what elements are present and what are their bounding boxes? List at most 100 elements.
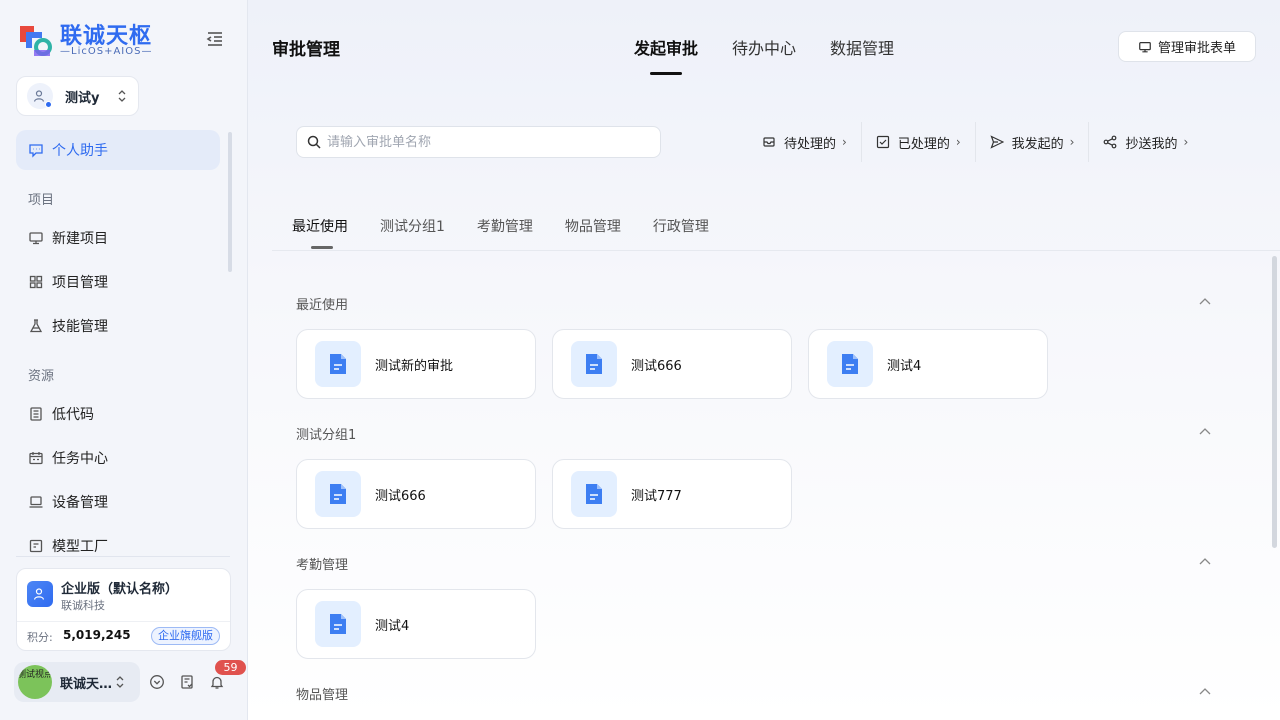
tab-attendance[interactable]: 考勤管理 — [477, 216, 533, 236]
workspace-switcher[interactable]: 测试y — [16, 76, 139, 116]
document-icon[interactable] — [179, 674, 195, 690]
approval-name: 测试4 — [375, 618, 410, 634]
inbox-icon — [763, 137, 775, 147]
sidebar-item-skill-manage[interactable]: 技能管理 — [16, 304, 224, 348]
monitor-icon — [29, 232, 43, 245]
file-icon — [315, 341, 361, 387]
group-title: 测试分组1 — [296, 428, 357, 443]
approval-content: 最近使用 测试新的审批 测试666 测试4 测试分组1 测试666 测试777 … — [248, 251, 1280, 720]
brand-logo[interactable]: 联诚天枢 —LicOS+AIOS— — [16, 18, 176, 60]
plan-card[interactable]: 企业版（默认名称） 联诚科技 积分: 5,019,245 企业旗舰版 — [16, 568, 231, 651]
sidebar-divider — [16, 556, 230, 557]
approval-card[interactable]: 测试新的审批 — [296, 329, 536, 399]
sidebar-item-label: 新建项目 — [52, 231, 108, 247]
section-project: 项目 — [28, 192, 55, 208]
collapse-sidebar-icon[interactable] — [204, 28, 226, 50]
notification-badge: 59 — [215, 660, 246, 675]
brand-subtitle: —LicOS+AIOS— — [60, 46, 153, 57]
chevron-up-icon[interactable] — [1198, 295, 1212, 309]
filter-label: 抄送我的 — [1125, 136, 1178, 152]
manage-forms-button[interactable]: 管理审批表单 — [1118, 31, 1256, 62]
chat-icon — [29, 144, 43, 158]
filter-label: 已处理的 — [897, 136, 950, 152]
approval-card[interactable]: 测试4 — [808, 329, 1048, 399]
account-name: 联诚天… — [60, 676, 113, 692]
sidebar-scrollbar[interactable] — [228, 132, 232, 272]
sidebar-item-label: 技能管理 — [52, 319, 108, 335]
account-avatar: 测试视点 — [18, 665, 52, 699]
sidebar: 联诚天枢 —LicOS+AIOS— 测试y 个人助手 项目 新建项目 项目管理 … — [0, 0, 248, 720]
tab-admin[interactable]: 行政管理 — [653, 216, 709, 236]
sidebar-item-label: 低代码 — [52, 407, 94, 423]
calendar-icon — [29, 452, 43, 465]
chevron-circle-icon[interactable] — [149, 674, 165, 690]
filter-pending[interactable]: 待处理的 › — [748, 122, 861, 162]
bell-icon[interactable] — [209, 674, 225, 690]
approval-name: 测试4 — [887, 358, 922, 374]
sidebar-nav: 个人助手 项目 新建项目 项目管理 技能管理 资源 低代码 任务中心 设备管理 — [16, 128, 224, 553]
updown-chevron-icon — [116, 676, 124, 688]
sidebar-item-low-code[interactable]: 低代码 — [16, 392, 224, 436]
sidebar-item-label: 模型工厂 — [52, 539, 108, 553]
sidebar-item-device-manage[interactable]: 设备管理 — [16, 480, 224, 524]
filter-cc[interactable]: 抄送我的 › — [1088, 122, 1202, 162]
category-tabs: 最近使用 测试分组1 考勤管理 物品管理 行政管理 — [292, 216, 741, 249]
file-icon — [827, 341, 873, 387]
checkbox-icon — [876, 135, 889, 149]
group-title: 物品管理 — [296, 688, 349, 703]
share-icon — [1104, 135, 1117, 149]
approval-card[interactable]: 测试4 — [296, 589, 536, 659]
approval-card[interactable]: 测试777 — [552, 459, 792, 529]
file-icon — [315, 601, 361, 647]
sidebar-item-label: 设备管理 — [52, 495, 108, 511]
chevron-up-icon[interactable] — [1198, 685, 1212, 699]
tab-recent[interactable]: 最近使用 — [292, 216, 348, 249]
filter-initiated[interactable]: 我发起的 › — [974, 122, 1089, 162]
search-box[interactable] — [296, 126, 661, 158]
user-icon — [33, 90, 45, 102]
sidebar-item-project-manage[interactable]: 项目管理 — [16, 260, 224, 304]
workspace-name: 测试y — [65, 90, 100, 106]
plan-org: 联诚科技 — [61, 599, 105, 612]
filter-processed[interactable]: 已处理的 › — [860, 122, 975, 162]
tab-start-approval[interactable]: 发起审批 — [634, 35, 698, 75]
chevron-up-icon[interactable] — [1198, 555, 1212, 569]
content-scrollbar[interactable] — [1272, 256, 1277, 548]
plan-title: 企业版（默认名称） — [61, 582, 179, 597]
send-icon — [990, 135, 1004, 149]
sidebar-item-new-project[interactable]: 新建项目 — [16, 216, 224, 260]
plan-badge: 企业旗舰版 — [151, 627, 220, 645]
file-icon — [571, 471, 617, 517]
main-area: 审批管理 发起审批 待办中心 数据管理 管理审批表单 待处理的› 已处理的› 我… — [248, 0, 1280, 720]
account-switcher[interactable]: 测试视点 联诚天… — [14, 662, 140, 702]
filter-label: 待处理的 — [784, 136, 837, 152]
monitor-icon — [1139, 41, 1151, 52]
sidebar-item-assistant[interactable]: 个人助手 — [16, 130, 220, 170]
sidebar-item-task-center[interactable]: 任务中心 — [16, 436, 224, 480]
points-label: 积分: — [27, 631, 53, 644]
laptop-icon — [29, 496, 43, 508]
page-title: 审批管理 — [272, 40, 340, 60]
approval-name: 测试666 — [631, 358, 682, 374]
cube-icon — [29, 539, 43, 553]
approval-name: 测试777 — [631, 488, 682, 504]
tab-goods[interactable]: 物品管理 — [565, 216, 621, 236]
sidebar-item-label: 任务中心 — [52, 451, 108, 467]
chevron-up-icon[interactable] — [1198, 425, 1212, 439]
approval-card[interactable]: 测试666 — [296, 459, 536, 529]
file-icon — [315, 471, 361, 517]
approval-filters: 待处理的 › 已处理的 › 我发起的 › 抄送我的 › — [748, 122, 1202, 162]
user-avatar — [27, 83, 53, 109]
search-input[interactable] — [327, 134, 647, 150]
updown-chevron-icon — [118, 90, 126, 102]
points-value: 5,019,245 — [63, 628, 131, 642]
tab-data-manage[interactable]: 数据管理 — [830, 35, 894, 59]
section-resource: 资源 — [28, 368, 55, 384]
document-list-icon — [30, 407, 42, 421]
grid-icon — [29, 275, 43, 289]
tab-todo-center[interactable]: 待办中心 — [732, 35, 796, 59]
approval-name: 测试666 — [375, 488, 426, 504]
tab-test-group1[interactable]: 测试分组1 — [380, 216, 445, 236]
approval-card[interactable]: 测试666 — [552, 329, 792, 399]
sidebar-item-model-factory[interactable]: 模型工厂 — [16, 524, 224, 553]
